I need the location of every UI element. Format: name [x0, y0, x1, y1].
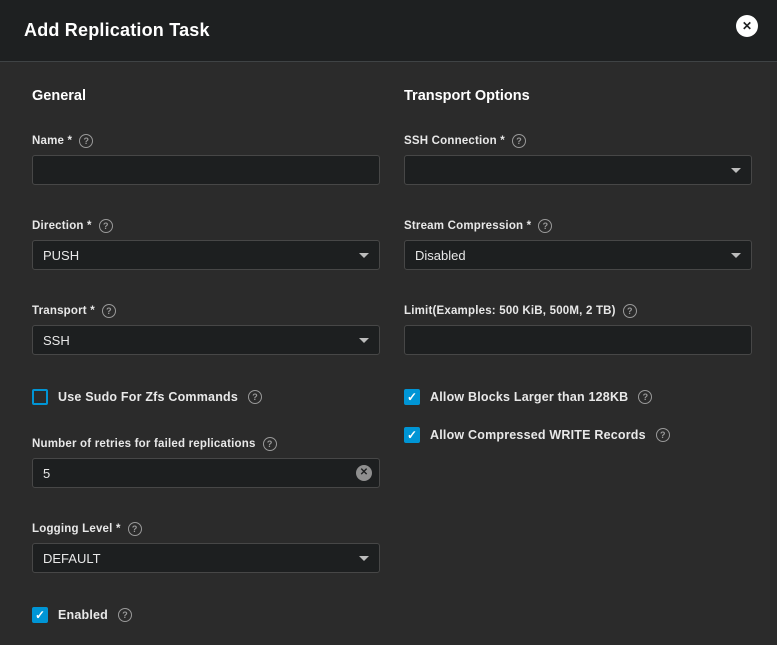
logging-level-select[interactable]: DEFAULT: [32, 543, 380, 573]
sudo-checkbox[interactable]: ✓: [32, 389, 48, 405]
ssh-connection-select[interactable]: [404, 155, 752, 185]
direction-select-value: PUSH: [43, 248, 79, 263]
retries-label: Number of retries for failed replication…: [32, 438, 256, 450]
clear-icon[interactable]: ✕: [356, 465, 372, 481]
ssh-connection-field-group: SSH Connection * ?: [404, 134, 752, 185]
large-blocks-help-icon[interactable]: ?: [638, 390, 652, 404]
compressed-write-help-icon[interactable]: ?: [656, 428, 670, 442]
general-section: General Name * ? Direction * ? PUSH: [32, 88, 380, 645]
direction-select[interactable]: PUSH: [32, 240, 380, 270]
stream-compression-field-group: Stream Compression * ? Disabled: [404, 219, 752, 270]
transport-label: Transport *: [32, 305, 95, 317]
compressed-write-checkbox[interactable]: ✓: [404, 427, 420, 443]
chevron-down-icon: [359, 556, 369, 561]
transport-field-group: Transport * ? SSH: [32, 304, 380, 355]
retries-help-icon[interactable]: ?: [263, 437, 277, 451]
limit-field-group: Limit(Examples: 500 KiB, 500M, 2 TB) ?: [404, 304, 752, 355]
enabled-checkbox-row: ✓ Enabled ?: [32, 607, 380, 623]
close-button[interactable]: ✕: [736, 15, 758, 37]
ssh-connection-label: SSH Connection *: [404, 135, 505, 147]
enabled-label: Enabled: [58, 608, 108, 622]
stream-compression-help-icon[interactable]: ?: [538, 219, 552, 233]
transport-options-section: Transport Options SSH Connection * ? Str…: [404, 88, 752, 645]
dialog-header: Add Replication Task ✕: [0, 0, 777, 62]
large-blocks-label: Allow Blocks Larger than 128KB: [430, 390, 628, 404]
limit-input[interactable]: [404, 325, 752, 355]
compressed-write-checkbox-row: ✓ Allow Compressed WRITE Records ?: [404, 427, 752, 443]
direction-help-icon[interactable]: ?: [99, 219, 113, 233]
check-icon: ✓: [35, 609, 45, 621]
sudo-checkbox-row: ✓ Use Sudo For Zfs Commands ?: [32, 389, 380, 405]
enabled-checkbox[interactable]: ✓: [32, 607, 48, 623]
name-help-icon[interactable]: ?: [79, 134, 93, 148]
dialog-body: General Name * ? Direction * ? PUSH: [0, 62, 777, 645]
direction-field-group: Direction * ? PUSH: [32, 219, 380, 270]
transport-options-heading: Transport Options: [404, 88, 752, 104]
stream-compression-select[interactable]: Disabled: [404, 240, 752, 270]
logging-help-icon[interactable]: ?: [128, 522, 142, 536]
logging-field-group: Logging Level * ? DEFAULT: [32, 522, 380, 573]
retries-input[interactable]: [32, 458, 380, 488]
chevron-down-icon: [359, 253, 369, 258]
logging-level-label: Logging Level *: [32, 523, 121, 535]
large-blocks-checkbox-row: ✓ Allow Blocks Larger than 128KB ?: [404, 389, 752, 405]
transport-select-value: SSH: [43, 333, 70, 348]
large-blocks-checkbox[interactable]: ✓: [404, 389, 420, 405]
chevron-down-icon: [359, 338, 369, 343]
logging-level-select-value: DEFAULT: [43, 551, 101, 566]
enabled-help-icon[interactable]: ?: [118, 608, 132, 622]
transport-help-icon[interactable]: ?: [102, 304, 116, 318]
name-label: Name *: [32, 135, 72, 147]
stream-compression-label: Stream Compression *: [404, 220, 531, 232]
close-icon: ✕: [742, 20, 752, 32]
general-heading: General: [32, 88, 380, 104]
stream-compression-select-value: Disabled: [415, 248, 466, 263]
compressed-write-label: Allow Compressed WRITE Records: [430, 428, 646, 442]
retries-field-group: Number of retries for failed replication…: [32, 437, 380, 488]
check-icon: ✓: [407, 429, 417, 441]
limit-label: Limit(Examples: 500 KiB, 500M, 2 TB): [404, 305, 616, 317]
sudo-help-icon[interactable]: ?: [248, 390, 262, 404]
sudo-label: Use Sudo For Zfs Commands: [58, 390, 238, 404]
chevron-down-icon: [731, 168, 741, 173]
limit-help-icon[interactable]: ?: [623, 304, 637, 318]
check-icon: ✓: [407, 391, 417, 403]
name-input[interactable]: [32, 155, 380, 185]
dialog-title: Add Replication Task: [24, 20, 210, 41]
ssh-connection-help-icon[interactable]: ?: [512, 134, 526, 148]
chevron-down-icon: [731, 253, 741, 258]
add-replication-task-dialog: Add Replication Task ✕ General Name * ? …: [0, 0, 777, 645]
name-field-group: Name * ?: [32, 134, 380, 185]
direction-label: Direction *: [32, 220, 92, 232]
transport-select[interactable]: SSH: [32, 325, 380, 355]
